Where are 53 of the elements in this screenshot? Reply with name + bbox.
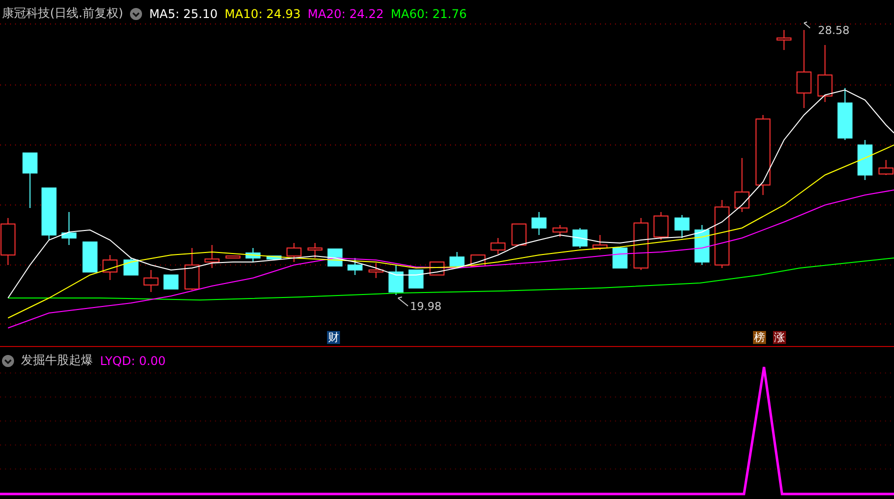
candlestick: [22, 152, 38, 208]
candlestick: [246, 248, 260, 262]
candlestick: [164, 274, 178, 290]
candlestick: [388, 264, 404, 296]
candlestick: [286, 242, 302, 262]
candlestick: [144, 270, 158, 292]
indicator-value: MA60: 21.76: [390, 6, 467, 20]
candlestick: [62, 212, 76, 246]
candlestick: [612, 248, 628, 268]
candlestick: [204, 244, 220, 268]
indicator-value: MA5: 25.10: [149, 6, 218, 20]
candlestick: [490, 238, 506, 254]
candlestick: [450, 252, 464, 268]
candlestick: [674, 214, 690, 238]
candlestick: [226, 256, 240, 258]
event-tag[interactable]: 榜: [753, 331, 766, 344]
high-price-label: 28.58: [818, 24, 850, 37]
candlestick: [408, 270, 424, 288]
candlestick: [734, 158, 750, 212]
candlestick: [532, 212, 546, 236]
candlestick: [552, 224, 568, 238]
candlestick: [266, 256, 282, 260]
candlestick: [634, 218, 648, 270]
candlestick: [714, 200, 730, 268]
candlestick: [858, 140, 872, 180]
candlestick: [838, 88, 852, 140]
candlestick: [818, 44, 832, 102]
stock-title: 康冠科技(日线.前复权): [2, 5, 124, 22]
leader-line: [804, 22, 810, 28]
candlestick: [368, 262, 384, 278]
candlestick: [124, 258, 138, 276]
candlestick: [42, 188, 56, 240]
candlestick: [512, 224, 526, 246]
indicator-value: LYQD: 0.00: [100, 354, 166, 368]
candlestick: [592, 234, 608, 250]
candlestick: [348, 258, 362, 276]
dropdown-icon[interactable]: [2, 354, 14, 366]
leader-line: [398, 296, 408, 306]
candlestick: [184, 248, 200, 290]
indicator-title: 发掘牛股起爆: [21, 352, 93, 369]
candlestick: [308, 242, 322, 258]
event-tag[interactable]: 涨: [773, 331, 786, 344]
event-tag[interactable]: 财: [327, 331, 340, 344]
dropdown-icon[interactable]: [130, 8, 142, 20]
indicator-value: MA20: 24.22: [308, 6, 384, 20]
candlestick: [694, 224, 710, 266]
candlestick: [82, 242, 98, 272]
candlestick: [102, 254, 118, 280]
candlestick: [776, 30, 792, 50]
indicator-value: MA10: 24.93: [224, 6, 301, 20]
candlestick: [572, 228, 588, 248]
low-price-label: 19.98: [410, 300, 442, 313]
candlestick: [654, 212, 668, 240]
